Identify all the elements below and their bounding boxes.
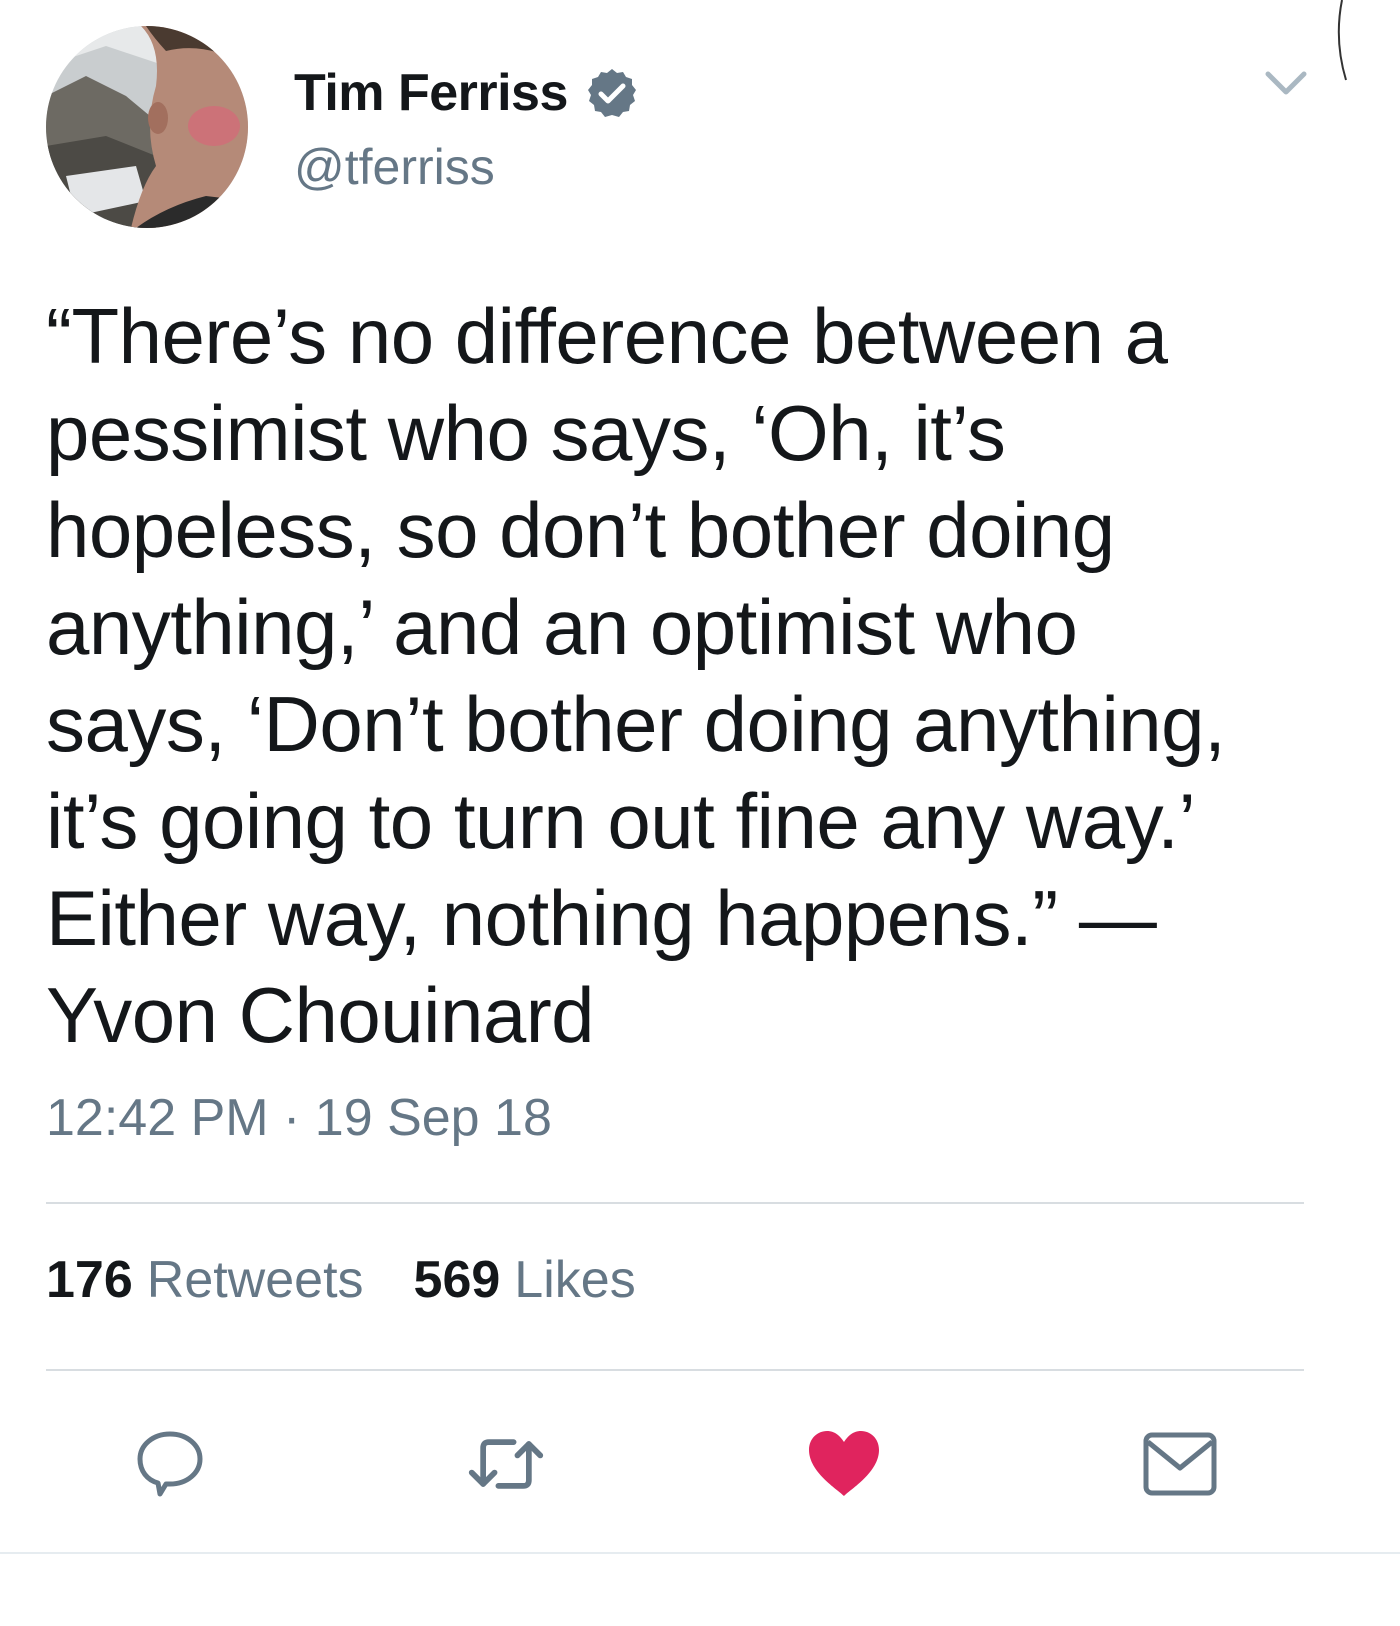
chevron-down-icon[interactable] — [1262, 62, 1310, 102]
tweet-timestamp[interactable]: 12:42 PM · 19 Sep 18 — [46, 1088, 552, 1148]
retweets-stat[interactable]: 176 Retweets — [46, 1250, 364, 1310]
reply-button[interactable] — [130, 1424, 210, 1504]
divider — [46, 1202, 1304, 1204]
tweet-stats: 176 Retweets 569 Likes — [46, 1250, 686, 1310]
direct-message-button[interactable] — [1140, 1424, 1220, 1504]
retweets-label: Retweets — [146, 1251, 364, 1309]
divider — [0, 1552, 1400, 1554]
screen-edge-decoration — [1337, 0, 1347, 81]
author-handle[interactable]: @tferriss — [294, 138, 495, 196]
avatar[interactable] — [46, 26, 248, 228]
retweets-count: 176 — [46, 1251, 133, 1309]
reply-icon — [137, 1431, 203, 1497]
likes-stat[interactable]: 569 Likes — [414, 1250, 636, 1310]
heart-icon — [809, 1431, 879, 1496]
verified-badge-icon — [587, 69, 636, 117]
like-button[interactable] — [804, 1424, 884, 1504]
retweet-icon — [468, 1439, 544, 1489]
tweet-text: “There’s no difference between a pessimi… — [46, 292, 1226, 1059]
author-name-row[interactable]: Tim Ferriss — [294, 58, 638, 128]
envelope-icon — [1143, 1432, 1217, 1496]
likes-label: Likes — [514, 1251, 636, 1309]
retweet-button[interactable] — [466, 1424, 546, 1504]
likes-count: 569 — [413, 1251, 501, 1309]
divider — [46, 1369, 1304, 1371]
author-display-name[interactable]: Tim Ferriss — [294, 63, 568, 123]
tweet-card: Tim Ferriss @tferriss “There’s no differ… — [0, 0, 1400, 1626]
